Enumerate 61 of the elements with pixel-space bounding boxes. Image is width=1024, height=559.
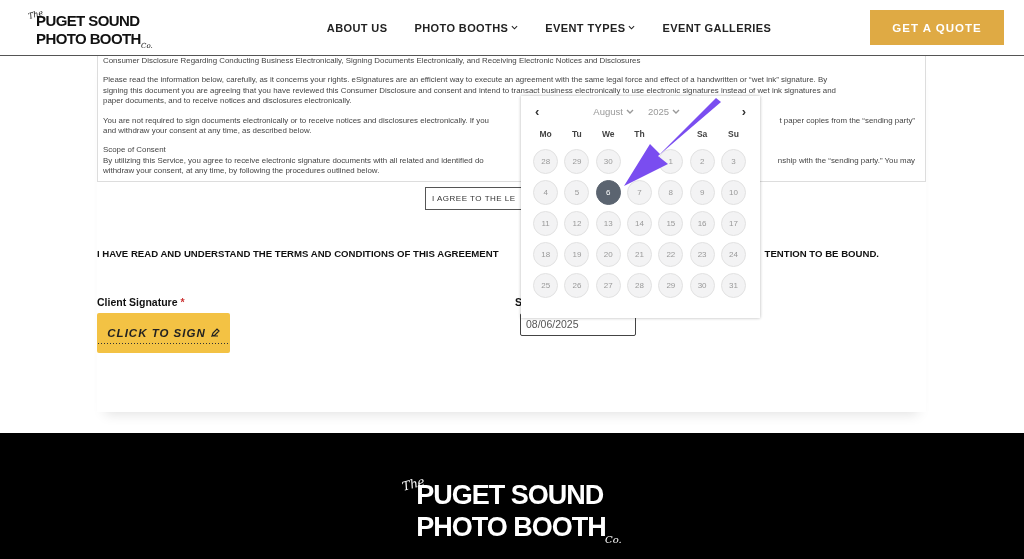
- day-button[interactable]: 31: [720, 273, 746, 298]
- day-button[interactable]: 22: [658, 242, 684, 267]
- weekday-label: Sa: [695, 128, 709, 141]
- day-button[interactable]: 18: [533, 242, 559, 267]
- day-button[interactable]: 11: [533, 211, 559, 236]
- day-button[interactable]: 16: [689, 211, 715, 236]
- nav-link[interactable]: ABOUT US: [326, 21, 388, 34]
- day-button[interactable]: 30: [595, 149, 621, 174]
- logo-line: PHOTO BOOTH: [416, 511, 606, 542]
- day-button[interactable]: 6: [595, 180, 621, 205]
- day-button[interactable]: 7: [627, 180, 653, 205]
- day-button[interactable]: 4: [533, 180, 559, 205]
- day-button[interactable]: 15: [658, 211, 684, 236]
- day-button[interactable]: 25: [533, 273, 559, 298]
- day-button[interactable]: 28: [627, 273, 653, 298]
- day-button[interactable]: 29: [564, 149, 590, 174]
- field-label: S: [515, 295, 522, 308]
- day-button[interactable]: 23: [689, 242, 715, 267]
- logo-co: Co.: [605, 534, 622, 545]
- pencil-icon: [209, 327, 220, 338]
- weekday-label: Tu: [571, 128, 583, 141]
- statement-text: I HAVE READ AND UNDERSTAND THE TERMS AND CONDITIONS OF THIS AGREEMENT: [97, 247, 499, 259]
- day-button[interactable]: 21: [627, 242, 653, 267]
- day-button[interactable]: 29: [658, 273, 684, 298]
- day-button[interactable]: 30: [689, 273, 715, 298]
- year-select[interactable]: 2025: [647, 105, 681, 117]
- statement-text: TENTION TO BE BOUND.: [764, 247, 879, 259]
- day-button[interactable]: 8: [658, 180, 684, 205]
- day-button[interactable]: 27: [595, 273, 621, 298]
- day-button[interactable]: 2: [689, 149, 715, 174]
- sign-button[interactable]: CLICK TO SIGN: [97, 312, 230, 353]
- nav-link[interactable]: EVENT GALLERIES: [662, 21, 772, 34]
- quote-button[interactable]: GET A QUOTE: [870, 10, 1004, 45]
- caret-icon: [628, 25, 636, 30]
- weekday-label: Th: [633, 128, 646, 141]
- day-button[interactable]: 12: [564, 211, 590, 236]
- day-button[interactable]: 26: [564, 273, 590, 298]
- day-button[interactable]: 14: [627, 211, 653, 236]
- caret-icon: [511, 25, 519, 30]
- field-label: Client Signature *: [97, 295, 185, 308]
- day-button[interactable]: 13: [595, 211, 621, 236]
- chevron-icon: [625, 108, 634, 114]
- chevron-icon: [672, 108, 681, 114]
- day-button[interactable]: 3: [720, 149, 746, 174]
- day-button[interactable]: 9: [689, 180, 715, 205]
- nav-link[interactable]: EVENT TYPES: [545, 21, 636, 34]
- day-button[interactable]: 5: [564, 180, 590, 205]
- next-month-button[interactable]: ›: [735, 103, 752, 119]
- day-button[interactable]: 24: [720, 242, 746, 267]
- month-select[interactable]: August: [593, 105, 634, 117]
- weekday-label: We: [600, 128, 616, 141]
- day-button[interactable]: 17: [720, 211, 746, 236]
- logo-line: PHOTO BOOTH: [36, 29, 141, 47]
- day-button[interactable]: 10: [720, 180, 746, 205]
- weekday-label: Mo: [538, 128, 553, 141]
- day-button[interactable]: 28: [533, 149, 559, 174]
- weekday-label: Su: [727, 128, 740, 141]
- nav-link[interactable]: PHOTO BOOTHS: [414, 21, 519, 34]
- day-button[interactable]: 19: [564, 242, 590, 267]
- previous-month-button[interactable]: ‹: [529, 103, 546, 119]
- day-button[interactable]: 20: [595, 242, 621, 267]
